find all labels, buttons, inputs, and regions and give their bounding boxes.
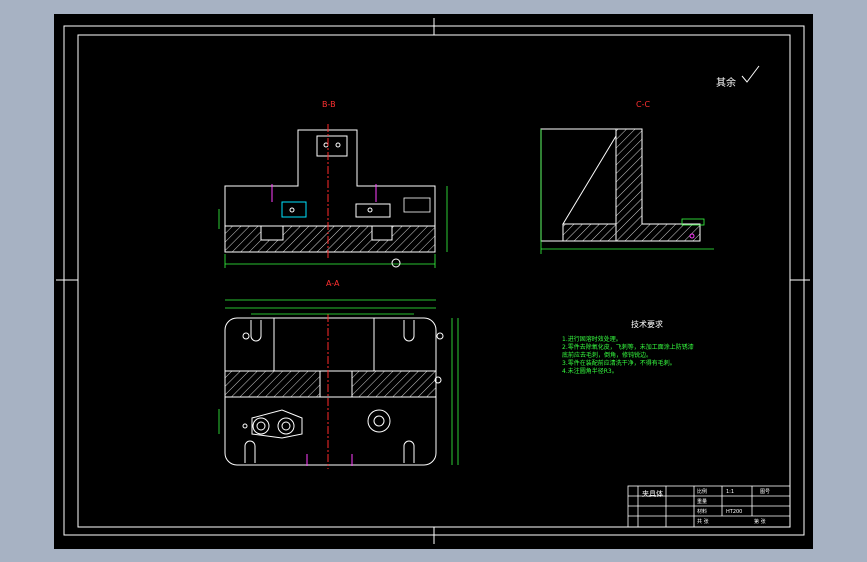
title-block-cell-6: HT200 [726, 509, 742, 515]
sheet-inner-frame [77, 34, 791, 528]
roughness-note: 其余 [716, 76, 736, 89]
tech-req-item-4: 3.零件在装配前应清洗干净，不得有毛刺。 [562, 359, 676, 367]
section-bb-label: B-B [322, 100, 336, 109]
section-aa-view [218, 299, 459, 469]
technical-requirements: 技术要求 1.进行固溶时效处理。 2.零件去除氧化皮，飞刺等，未加工面涂上防锈漆… [562, 319, 694, 375]
title-block-cell-4: 重量 [697, 498, 707, 505]
cad-drawing-sheet: 其余 B-B C-C A-A 技术要求 1.进行固溶时效处理。 2.零件去除氧化… [54, 14, 813, 549]
section-bb-view [218, 124, 448, 268]
tech-req-item-2: 2.零件去除氧化皮，飞刺等，未加工面涂上防锈漆 [562, 343, 694, 351]
title-block-cell-8: 第 张 [754, 518, 766, 525]
tech-req-item-1: 1.进行固溶时效处理。 [562, 335, 622, 343]
title-block-cell-5: 材料 [697, 508, 707, 515]
section-aa-label: A-A [326, 279, 340, 288]
section-cc-view [540, 128, 714, 254]
center-marks [56, 18, 810, 544]
title-block-cell-7: 共 张 [697, 518, 709, 525]
tech-req-item-3: 底前应去毛刺，倒角，修钝锐边。 [562, 351, 652, 359]
section-cc-label: C-C [636, 100, 650, 109]
drawing-canvas: 其余 B-B C-C A-A 技术要求 1.进行固溶时效处理。 2.零件去除氧化… [56, 18, 810, 544]
roughness-symbol [741, 65, 760, 83]
title-block-cell-3: 图号 [760, 489, 770, 495]
title-block-part-name: 夹具体 [642, 489, 663, 498]
tech-req-title: 技术要求 [631, 319, 663, 329]
tech-req-item-5: 4.未注圆角半径R3。 [562, 367, 618, 375]
title-block-cell-2: 1:1 [726, 489, 734, 495]
sheet-outer-border [63, 25, 805, 536]
title-block-cell-1: 比例 [697, 488, 707, 495]
